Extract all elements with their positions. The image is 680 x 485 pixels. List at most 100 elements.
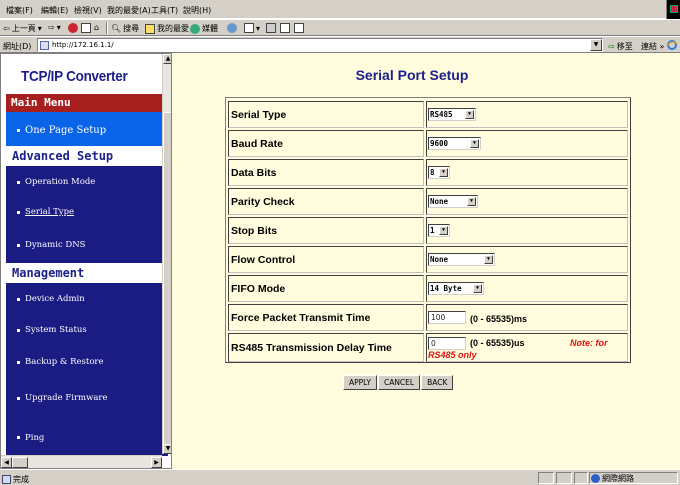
parity-check-select[interactable]: None ▼: [428, 195, 478, 208]
edit-button[interactable]: [280, 23, 290, 33]
left-vertical-scrollbar[interactable]: ▲ ▼: [162, 54, 171, 454]
page-done-icon: [2, 475, 11, 484]
address-dropdown-button[interactable]: ▼: [590, 39, 602, 51]
menu-tools[interactable]: 工具(T): [151, 5, 178, 16]
media-label: 媒體: [202, 24, 218, 33]
rs485-delay-label: RS485 Transmission Delay Time: [228, 333, 424, 362]
go-label: 移至: [616, 42, 633, 51]
scroll-thumb[interactable]: [12, 457, 28, 468]
media-icon: [190, 23, 200, 34]
nav-item-device-admin[interactable]: Device Admin: [6, 283, 168, 315]
search-icon: 🔍︎: [111, 24, 122, 33]
rs485-note: Note: for: [570, 338, 608, 348]
print-icon: [266, 23, 276, 33]
scroll-up-icon[interactable]: ▲: [163, 54, 171, 64]
go-button[interactable]: ⇨ 移至: [608, 41, 633, 52]
page-icon: [40, 41, 49, 50]
forward-button[interactable]: ⇨ ▾: [48, 23, 61, 32]
media-button[interactable]: 媒體: [190, 23, 218, 34]
refresh-button[interactable]: [81, 23, 91, 33]
row-parity-check: Parity Check None ▼: [228, 188, 628, 215]
menu-file[interactable]: 檔案(F): [6, 5, 33, 16]
zone-text: 網際網路: [602, 474, 634, 483]
serial-type-label: Serial Type: [228, 101, 424, 128]
row-flow-control: Flow Control None ▼: [228, 246, 628, 273]
bullet-icon: [17, 396, 20, 400]
flow-control-select[interactable]: None ▼: [428, 253, 495, 266]
back-arrow-icon: ⇦: [3, 24, 10, 33]
stop-button[interactable]: [68, 23, 78, 33]
mail-icon: [244, 23, 254, 33]
address-bar: 網址(D) http://172.16.1.1/ ▼ ⇨ 移至 連結 »: [0, 36, 680, 53]
force-packet-input[interactable]: 100: [428, 311, 466, 324]
nav-item-dynamic-dns[interactable]: Dynamic DNS: [6, 227, 168, 263]
favorites-icon: [145, 23, 155, 34]
discuss-button[interactable]: [294, 23, 304, 33]
menu-help[interactable]: 說明(H): [183, 5, 211, 16]
home-button[interactable]: ⌂: [94, 23, 99, 32]
chevron-down-icon: ▼: [467, 197, 476, 206]
menu-edit[interactable]: 編輯(E): [41, 5, 68, 16]
left-horizontal-scrollbar[interactable]: ◀ ▶: [1, 455, 162, 468]
ie-logo-icon: [666, 40, 678, 50]
baud-rate-label: Baud Rate: [228, 130, 424, 157]
serial-type-value: RS485: [430, 110, 453, 119]
row-force-packet: Force Packet Transmit Time 100 (0 - 6553…: [228, 304, 628, 331]
search-label: 搜尋: [123, 24, 140, 33]
dropdown-arrow-icon: ▾: [56, 23, 61, 32]
nav-item-ping[interactable]: Ping: [6, 419, 168, 456]
flow-control-cell: None ▼: [426, 246, 628, 273]
history-button[interactable]: [227, 23, 237, 33]
stop-icon: [68, 23, 78, 33]
nav-item-operation-mode[interactable]: Operation Mode: [6, 166, 168, 198]
status-zone: 網際網路: [591, 473, 634, 484]
baud-rate-cell: 9600 ▼: [426, 130, 628, 157]
print-button[interactable]: [266, 23, 276, 33]
row-data-bits: Data Bits 8 ▼: [228, 159, 628, 186]
dropdown-arrow-icon: ▾: [37, 24, 42, 33]
rs485-delay-cell: 0 (0 - 65535)us Note: for RS485 only: [426, 333, 628, 362]
nav-item-upgrade-firmware[interactable]: Upgrade Firmware: [6, 377, 168, 419]
nav-item-backup-restore[interactable]: Backup & Restore: [6, 345, 168, 379]
apply-button[interactable]: APPLY: [343, 375, 377, 390]
stop-bits-select[interactable]: 1 ▼: [428, 224, 450, 237]
stop-bits-label: Stop Bits: [228, 217, 424, 244]
dropdown-arrow-icon: ▾: [256, 23, 261, 33]
menu-favorites[interactable]: 我的最愛(A): [107, 5, 151, 16]
nav-item-serial-type[interactable]: Serial Type: [6, 195, 168, 229]
back-button[interactable]: ⇦ 上一頁 ▾: [3, 23, 42, 34]
status-pane: [574, 472, 588, 484]
menu-view[interactable]: 檢視(V): [74, 5, 102, 16]
fifo-mode-value: 14 Byte: [430, 284, 462, 293]
mail-button[interactable]: ▾: [244, 23, 260, 33]
baud-rate-select[interactable]: 9600 ▼: [428, 137, 481, 150]
nav-item-label: Dynamic DNS: [25, 240, 86, 250]
data-bits-select[interactable]: 8 ▼: [428, 166, 450, 179]
globe-icon: [591, 474, 600, 483]
nav-item-label: System Status: [25, 325, 87, 335]
scroll-down-icon[interactable]: ▼: [163, 444, 171, 454]
cancel-button[interactable]: CANCEL: [377, 375, 421, 390]
stop-bits-cell: 1 ▼: [426, 217, 628, 244]
scroll-thumb[interactable]: [163, 112, 171, 452]
address-input[interactable]: http://172.16.1.1/: [37, 38, 603, 52]
links-label: 連結: [641, 42, 657, 51]
rs485-delay-input[interactable]: 0: [428, 337, 466, 350]
address-label: 網址(D): [3, 42, 32, 51]
search-button[interactable]: 🔍︎ 搜尋: [111, 23, 139, 34]
nav-item-one-page-setup[interactable]: One Page Setup: [6, 112, 168, 148]
fifo-mode-select[interactable]: 14 Byte ▼: [428, 282, 484, 295]
scroll-left-icon[interactable]: ◀: [1, 457, 12, 468]
row-rs485-delay: RS485 Transmission Delay Time 0 (0 - 655…: [228, 333, 628, 362]
back-form-button[interactable]: BACK: [421, 375, 454, 390]
toolbar-separator: [106, 22, 108, 34]
scroll-right-icon[interactable]: ▶: [151, 457, 162, 468]
links-button[interactable]: 連結 »: [641, 41, 664, 52]
rs485-note-line2: RS485 only: [428, 350, 477, 360]
favorites-button[interactable]: 我的最愛: [145, 23, 189, 34]
forward-arrow-icon: ⇨: [48, 23, 55, 32]
nav-item-label: Backup & Restore: [25, 357, 104, 367]
nav-item-system-status[interactable]: System Status: [6, 313, 168, 347]
serial-type-select[interactable]: RS485 ▼: [428, 108, 476, 121]
discuss-icon: [294, 23, 304, 33]
